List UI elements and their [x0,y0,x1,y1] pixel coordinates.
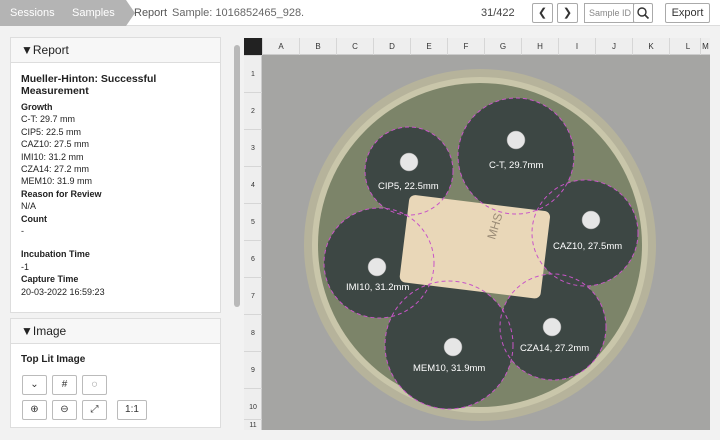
capture-value: 20-03-2022 16:59:23 [21,286,105,297]
column-headers: A B C D E F G H I J K L M [244,38,710,55]
breadcrumb-sample: Sample: 1016852465_928. [172,7,305,19]
image-panel: ▼Image Top Lit Image ⌄ # ◌ ⊕ ⊖ ⤢ 1:1 [10,318,221,428]
growth-item: MEM10: 31.9 mm [21,176,93,187]
report-panel: ▼Report Mueller-Hinton: Successful Measu… [10,37,221,313]
next-sample-button[interactable]: ❯ [557,3,578,23]
column-label: D [373,38,410,55]
search-button[interactable] [633,3,653,23]
image-subtitle: Top Lit Image [21,354,86,365]
column-label: A [262,38,299,55]
count-label: Count [21,213,47,224]
growth-item: CAZ10: 27.5 mm [21,139,90,150]
zoom-out-button[interactable]: ⊖ [52,400,77,420]
petri-dish-image: MHS C-T, 29.7mm CIP5, 22.5mm CAZ10, 27.5… [244,38,710,430]
column-label: K [632,38,669,55]
left-scrollbar[interactable] [234,45,240,307]
column-label: I [558,38,595,55]
growth-item: CZA14: 27.2 mm [21,164,90,175]
zone-label-caz10[interactable]: CAZ10, 27.5mm [553,241,622,252]
column-label: B [299,38,336,55]
sample-counter: 31/422 [481,7,515,19]
export-button[interactable]: Export [665,3,710,23]
row-label: 11 [244,419,262,430]
breadcrumb-sessions[interactable]: Sessions [0,0,62,26]
row-label: 7 [244,277,262,314]
column-label: G [484,38,521,55]
zoom-in-button[interactable]: ⊕ [22,400,47,420]
row-label: 2 [244,92,262,129]
report-body: Mueller-Hinton: Successful Measurement G… [11,63,220,298]
zone-label-imi10[interactable]: IMI10, 31.2mm [346,282,409,293]
search-icon [637,7,650,20]
row-label: 9 [244,351,262,388]
row-label: 6 [244,240,262,277]
zone-label-cip5[interactable]: CIP5, 22.5mm [378,181,439,192]
column-label: F [447,38,484,55]
growth-item: C-T: 29.7 mm [21,114,76,125]
plate-image-viewer[interactable]: MHS C-T, 29.7mm CIP5, 22.5mm CAZ10, 27.5… [244,38,710,430]
report-title: Mueller-Hinton: Successful Measurement [21,73,157,97]
row-label: 3 [244,129,262,166]
previous-sample-button[interactable]: ❮ [532,3,553,23]
one-to-one-button[interactable]: 1:1 [117,400,147,420]
column-label: C [336,38,373,55]
sample-id-input[interactable] [584,3,634,23]
fit-view-button[interactable]: ⤢ [82,400,107,420]
growth-label: Growth [21,102,53,112]
column-label: H [521,38,558,55]
top-bar: Sessions Samples Report Sample: 10168524… [0,0,720,26]
row-headers: 1 2 3 4 5 6 7 8 9 10 11 [244,55,262,430]
reason-label: Reason for Review [21,188,102,199]
incubation-label: Incubation Time [21,249,90,260]
capture-label: Capture Time [21,274,79,285]
baseline-tool-button[interactable]: ⌄ [22,375,47,395]
row-label: 1 [244,55,262,92]
row-label: 8 [244,314,262,351]
plate-label-card: MHS [399,195,551,299]
reason-value: N/A [21,201,37,212]
row-label: 5 [244,203,262,240]
zone-label-ct[interactable]: C-T, 29.7mm [489,160,543,171]
incubation-value: -1 [21,261,30,272]
column-label: J [595,38,632,55]
column-label: M [700,38,710,55]
growth-item: IMI10: 31.2 mm [21,151,84,162]
zone-label-mem10[interactable]: MEM10, 31.9mm [413,363,485,374]
bottom-scroll-track [244,430,710,440]
zone-label-cza14[interactable]: CZA14, 27.2mm [520,343,589,354]
grid-corner [244,38,262,55]
breadcrumb-samples[interactable]: Samples [56,0,126,26]
image-panel-header[interactable]: ▼Image [11,319,220,344]
growth-item: CIP5: 22.5 mm [21,126,82,137]
column-label: E [410,38,447,55]
row-label: 4 [244,166,262,203]
grid-tool-button[interactable]: # [52,375,77,395]
count-value: - [21,226,24,237]
report-panel-header[interactable]: ▼Report [11,38,220,63]
breadcrumb-report: Report [134,7,168,19]
circle-tool-button[interactable]: ◌ [82,375,107,395]
